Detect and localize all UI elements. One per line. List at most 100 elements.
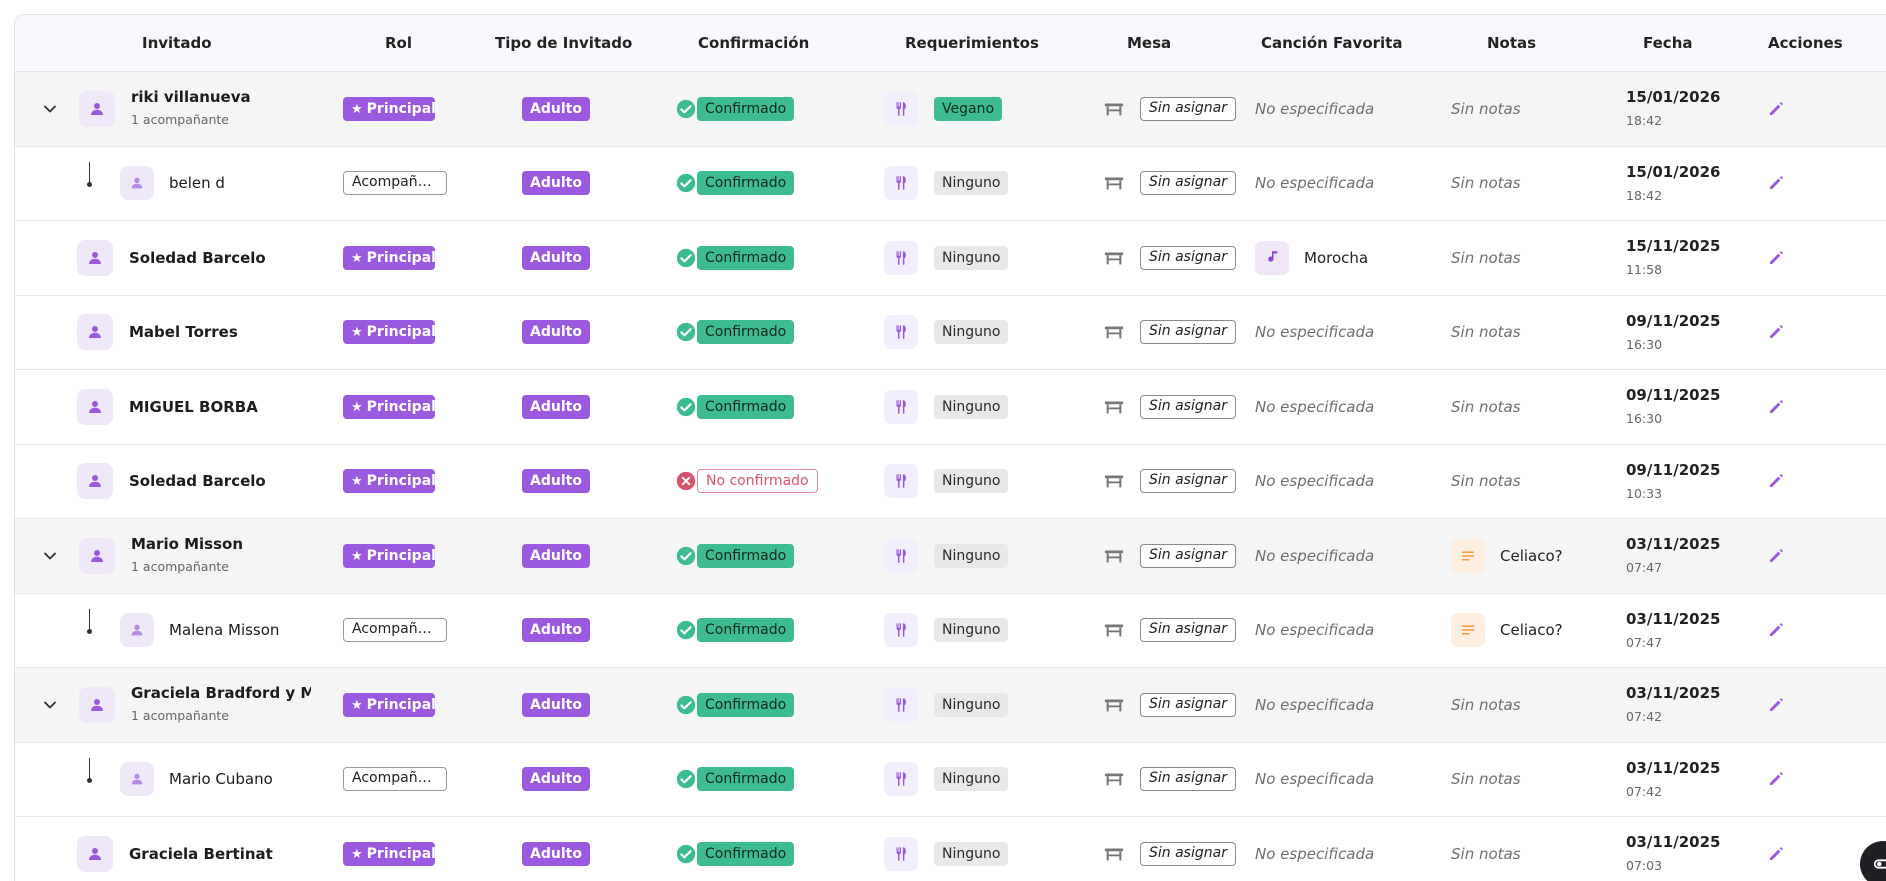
header-notas[interactable]: Notas	[1487, 15, 1536, 72]
time-text: 16:30	[1626, 411, 1663, 426]
utensils-icon	[884, 315, 918, 350]
role-label: Principal	[366, 324, 436, 341]
tree-connector	[87, 757, 101, 783]
header-requerimientos[interactable]: Requerimientos	[905, 15, 1039, 72]
utensils-icon	[884, 464, 918, 499]
role-badge: ★ Principal	[343, 469, 436, 494]
header-cancion[interactable]: Canción Favorita	[1261, 15, 1402, 72]
date-text: 03/11/2025	[1626, 535, 1721, 553]
guest-type-badge: Adulto	[522, 692, 590, 717]
requirement-badge: Ninguno	[934, 692, 1009, 717]
edit-pencil-icon[interactable]	[1767, 100, 1785, 118]
check-circle-icon	[675, 545, 697, 567]
guest-row[interactable]: Graciela Bertinat ★ Principal Adulto Confirm…	[15, 817, 1886, 881]
role-badge: ★ Principal	[343, 320, 436, 345]
date-text: 03/11/2025	[1626, 833, 1721, 851]
notes-icon	[1451, 538, 1485, 573]
role-label: Principal	[366, 845, 436, 862]
table-icon	[1103, 98, 1125, 120]
header-invitado[interactable]: Invitado	[142, 15, 212, 72]
guest-row[interactable]: riki villanueva 1 acompañante ★ Principal Ad…	[15, 72, 1886, 147]
toggle-icon	[1873, 859, 1886, 869]
check-circle-icon	[675, 321, 697, 343]
table-assign-badge[interactable]: Sin asignar	[1140, 618, 1236, 643]
confirmation-badge: Confirmado	[697, 692, 795, 717]
utensils-icon	[884, 240, 918, 275]
guest-row[interactable]: MIGUEL BORBA ★ Principal Adulto Confirmado Ni…	[15, 370, 1886, 445]
edit-pencil-icon[interactable]	[1767, 472, 1785, 490]
edit-pencil-icon[interactable]	[1767, 323, 1785, 341]
edit-pencil-icon[interactable]	[1767, 174, 1785, 192]
guest-type-badge: Adulto	[522, 171, 590, 196]
time-text: 07:03	[1626, 858, 1663, 873]
expand-chevron-icon[interactable]	[40, 99, 60, 119]
companion-row[interactable]: Mario Cubano Acompaña... Adulto Confirmado N…	[15, 742, 1886, 817]
requirement-badge: Vegano	[934, 96, 1003, 121]
table-assign-badge[interactable]: Sin asignar	[1140, 96, 1236, 121]
table-assign-badge[interactable]: Sin asignar	[1140, 543, 1236, 568]
confirmation-badge: No confirmado	[697, 469, 818, 494]
guest-row[interactable]: Graciela Bradford y Mar... 1 acompañante ★…	[15, 668, 1886, 743]
guest-name: belen d	[169, 174, 225, 193]
guest-row[interactable]: Mario Misson 1 acompañante ★ Principal Adult…	[15, 519, 1886, 594]
header-mesa[interactable]: Mesa	[1127, 15, 1171, 72]
edit-pencil-icon[interactable]	[1767, 845, 1785, 863]
guest-name: Mario Cubano	[169, 770, 273, 789]
time-text: 10:33	[1626, 485, 1663, 501]
check-circle-icon	[675, 694, 697, 716]
table-assign-badge[interactable]: Sin asignar	[1140, 245, 1236, 270]
table-assign-badge[interactable]: Sin asignar	[1140, 469, 1236, 494]
table-icon	[1103, 247, 1125, 269]
table-assign-badge[interactable]: Sin asignar	[1140, 171, 1236, 196]
role-badge: ★ Principal	[343, 245, 436, 270]
star-icon: ★	[351, 697, 363, 713]
confirmation-badge: Confirmado	[697, 171, 795, 196]
favorite-song: No especificada	[1255, 397, 1375, 416]
table-assign-badge[interactable]: Sin asignar	[1140, 320, 1236, 345]
companion-row[interactable]: belen d Acompaña... Adulto Confirmado Ningun…	[15, 146, 1886, 221]
header-fecha[interactable]: Fecha	[1643, 15, 1693, 72]
expand-chevron-icon[interactable]	[40, 546, 60, 566]
edit-pencil-icon[interactable]	[1767, 398, 1785, 416]
role-label: Principal	[366, 249, 436, 266]
edit-pencil-icon[interactable]	[1767, 770, 1785, 788]
star-icon: ★	[351, 250, 363, 266]
header-rol[interactable]: Rol	[385, 15, 412, 72]
guest-type-badge: Adulto	[522, 320, 590, 345]
role-label: Principal	[366, 547, 436, 564]
utensils-icon	[884, 687, 918, 722]
guest-row[interactable]: Soledad Barcelo ★ Principal Adulto Confirmad…	[15, 221, 1886, 296]
date-text: 03/11/2025	[1626, 609, 1721, 628]
table-assign-badge[interactable]: Sin asignar	[1140, 841, 1236, 866]
avatar-icon	[120, 613, 154, 648]
companion-row[interactable]: Malena Misson Acompaña... Adulto Confirmado…	[15, 593, 1886, 668]
guest-name: Graciela Bertinat	[129, 844, 273, 863]
date-text: 03/11/2025	[1626, 684, 1721, 702]
header-acciones: Acciones	[1768, 34, 1843, 52]
table-assign-badge[interactable]: Sin asignar	[1140, 692, 1236, 717]
edit-pencil-icon[interactable]	[1767, 547, 1785, 565]
edit-pencil-icon[interactable]	[1767, 696, 1785, 714]
utensils-icon	[884, 91, 918, 126]
expand-chevron-icon[interactable]	[40, 695, 60, 715]
guest-type-badge: Adulto	[522, 543, 590, 568]
edit-pencil-icon[interactable]	[1767, 249, 1785, 267]
table-assign-badge[interactable]: Sin asignar	[1140, 394, 1236, 419]
notes-text: Sin notas	[1451, 248, 1521, 267]
cancel-circle-icon	[675, 470, 697, 492]
table-assign-badge[interactable]: Sin asignar	[1140, 767, 1236, 792]
date-text: 09/11/2025	[1626, 460, 1721, 479]
edit-pencil-icon[interactable]	[1767, 621, 1785, 639]
notes-text: Sin notas	[1451, 770, 1521, 789]
guest-row[interactable]: Soledad Barcelo ★ Principal Adulto No confir…	[15, 444, 1886, 519]
header-tipo[interactable]: Tipo de Invitado	[495, 15, 632, 72]
avatar-icon	[79, 686, 115, 723]
guest-row[interactable]: Mabel Torres ★ Principal Adulto Confirmado Ni…	[15, 295, 1886, 370]
confirmation-badge: Confirmado	[697, 245, 795, 270]
guest-name: Mario Misson	[131, 535, 244, 553]
utensils-icon	[884, 613, 918, 648]
notes-text: Sin notas	[1451, 472, 1521, 491]
header-confirmacion[interactable]: Confirmación	[698, 15, 809, 72]
table-icon	[1103, 694, 1125, 716]
requirement-badge: Ninguno	[934, 767, 1009, 792]
